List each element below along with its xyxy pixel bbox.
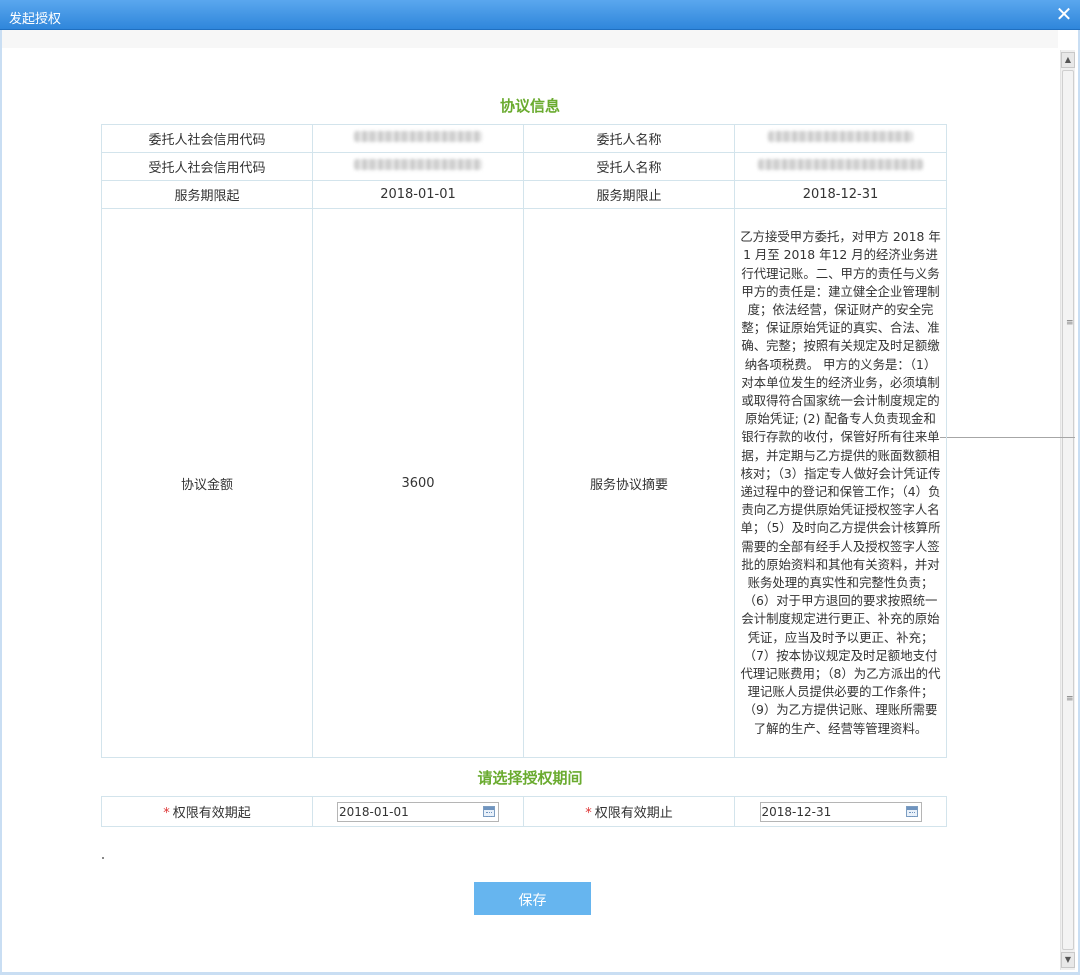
service-end-value: 2018-12-31 <box>734 180 947 209</box>
amount-value: 3600 <box>312 208 524 758</box>
agent-name-label: 受托人名称 <box>523 152 735 181</box>
annotation-connector-line <box>940 437 1075 438</box>
calendar-icon[interactable] <box>483 805 495 817</box>
principal-name-value <box>734 124 947 153</box>
auth-end-date-value: 2018-12-31 <box>761 804 832 819</box>
thumb-grip-icon: ≡ <box>1066 694 1074 704</box>
vertical-scrollbar[interactable]: ▲ ≡ ≡ ▼ <box>1060 50 1075 970</box>
authorization-table: * 权限有效期起 2018-01-01 * 权限有效期止 2018-12-31 <box>101 796 947 827</box>
summary-value: 乙方接受甲方委托，对甲方 2018 年 1 月至 2018 年12 月的经济业务… <box>740 229 941 736</box>
auth-end-cell: 2018-12-31 <box>734 796 947 827</box>
dialog-title: 发起授权 <box>9 12 62 27</box>
auth-start-date-value: 2018-01-01 <box>339 804 409 819</box>
auth-end-label: 权限有效期止 <box>594 806 673 821</box>
calendar-icon[interactable] <box>905 805 918 817</box>
authorization-section-title: 请选择授权期间 <box>477 769 583 787</box>
required-asterisk: * <box>163 806 170 821</box>
summary-label: 服务协议摘要 <box>523 208 735 758</box>
principal-name-label: 委托人名称 <box>523 124 735 153</box>
thumb-grip-icon: ≡ <box>1066 318 1074 328</box>
dialog-title-bar: 发起授权 ✕ <box>0 0 1080 30</box>
service-start-label: 服务期限起 <box>101 180 313 209</box>
auth-start-date-input[interactable]: 2018-01-01 <box>337 801 499 822</box>
scrollbar-thumb[interactable]: ≡ ≡ <box>1062 70 1074 950</box>
table-row: 服务期限起 2018-01-01 服务期限止 2018-12-31 <box>101 180 947 209</box>
agent-name-value <box>734 152 947 181</box>
auth-end-label-cell: * 权限有效期止 <box>523 796 735 827</box>
redacted-value <box>768 131 913 142</box>
dialog-top-strip <box>2 30 1058 48</box>
close-icon[interactable]: ✕ <box>1054 3 1074 25</box>
redacted-value <box>354 159 482 170</box>
save-button[interactable]: 保存 <box>474 882 591 915</box>
redacted-value <box>758 159 923 170</box>
agent-credit-code-value <box>312 152 524 181</box>
redacted-value <box>354 131 482 142</box>
amount-label: 协议金额 <box>101 208 313 758</box>
auth-end-date-input[interactable]: 2018-12-31 <box>759 801 922 822</box>
stray-dot <box>102 857 104 859</box>
table-row: 委托人社会信用代码 委托人名称 <box>101 124 947 153</box>
table-row: * 权限有效期起 2018-01-01 * 权限有效期止 2018-12-31 <box>101 796 947 827</box>
agent-credit-code-label: 受托人社会信用代码 <box>101 152 313 181</box>
scroll-down-arrow-icon[interactable]: ▼ <box>1061 952 1075 968</box>
auth-start-cell: 2018-01-01 <box>312 796 524 827</box>
dialog-frame-left <box>0 30 2 975</box>
scroll-up-arrow-icon[interactable]: ▲ <box>1061 52 1075 68</box>
auth-start-label: 权限有效期起 <box>172 806 251 821</box>
principal-credit-code-value <box>312 124 524 153</box>
service-end-label: 服务期限止 <box>523 180 735 209</box>
agreement-table: 委托人社会信用代码 委托人名称 受托人社会信用代码 受托人名称 服务期限起 20… <box>101 124 947 758</box>
table-row: 受托人社会信用代码 受托人名称 <box>101 152 947 181</box>
required-asterisk: * <box>585 806 592 821</box>
auth-start-label-cell: * 权限有效期起 <box>101 796 313 827</box>
principal-credit-code-label: 委托人社会信用代码 <box>101 124 313 153</box>
table-row: 协议金额 3600 服务协议摘要 乙方接受甲方委托，对甲方 2018 年 1 月… <box>101 208 947 758</box>
agreement-section-title: 协议信息 <box>499 97 560 115</box>
summary-cell: 乙方接受甲方委托，对甲方 2018 年 1 月至 2018 年12 月的经济业务… <box>734 208 947 758</box>
service-start-value: 2018-01-01 <box>312 180 524 209</box>
